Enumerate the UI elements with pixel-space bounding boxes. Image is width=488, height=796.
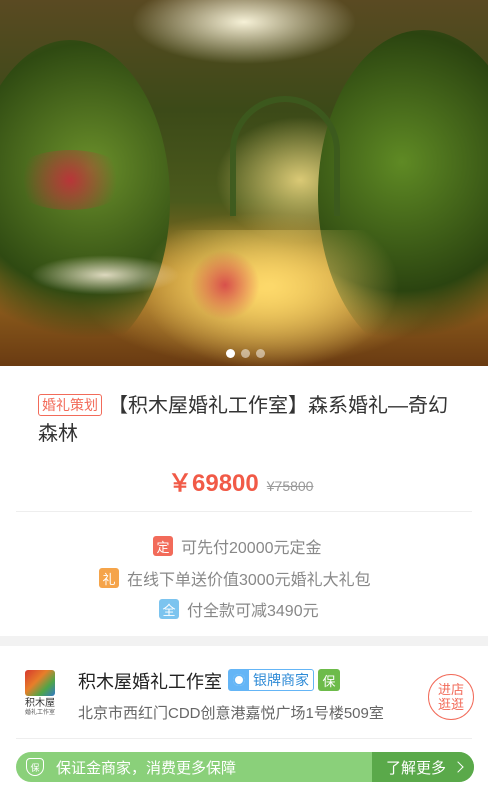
section-gap	[0, 636, 488, 646]
promo-full-payment: 全 付全款可减3490元	[159, 597, 319, 621]
price-row: ￥69800 ¥75800	[168, 463, 313, 498]
level-label: 银牌商家	[253, 672, 309, 688]
deposit-badge: 定	[153, 536, 173, 556]
promo-text: 在线下单送价值3000元婚礼大礼包	[127, 572, 371, 589]
image-dessert-table	[30, 255, 180, 295]
gift-badge: 礼	[99, 568, 119, 588]
guarantee-text: 保证金商家，消费更多保障	[56, 759, 237, 777]
product-title-block: 婚礼策划 【积木屋婚礼工作室】森系婚礼—奇幻森林	[38, 392, 458, 448]
guarantee-bar[interactable]: 保 保证金商家，消费更多保障 了解更多	[16, 752, 474, 782]
shop-logo-mark	[25, 670, 55, 696]
carousel-dot[interactable]	[256, 349, 265, 358]
silver-merchant-badge: 银牌商家	[228, 669, 314, 691]
learn-more-button[interactable]: 了解更多	[371, 752, 474, 782]
promo-deposit: 定 可先付20000元定金	[153, 534, 322, 558]
category-tag: 婚礼策划	[38, 394, 102, 416]
current-price: ￥69800	[168, 470, 259, 497]
image-flowers	[10, 150, 130, 210]
divider	[16, 738, 472, 739]
shop-name[interactable]: 积木屋婚礼工作室	[78, 668, 222, 694]
original-price: ¥75800	[266, 478, 314, 494]
shop-logo-name: 积木屋	[25, 698, 55, 709]
medal-icon	[229, 670, 249, 690]
full-payment-badge: 全	[159, 599, 179, 619]
shop-logo-sub: 婚礼工作室	[24, 710, 55, 716]
wedding-venue-image[interactable]	[0, 0, 488, 366]
chevron-right-icon	[452, 761, 464, 773]
image-arch	[230, 96, 340, 216]
carousel-dot[interactable]	[241, 349, 250, 358]
promo-text: 可先付20000元定金	[181, 540, 322, 557]
shop-address: 北京市西红门CDD创意港嘉悦广场1号楼509室	[78, 705, 384, 722]
guarantee-badge: 保	[318, 669, 340, 691]
image-flowers	[190, 250, 260, 320]
divider	[16, 511, 472, 512]
image-floor-light	[140, 230, 400, 366]
enter-shop-button[interactable]: 进店 逛逛	[428, 674, 474, 720]
enter-shop-line2: 逛逛	[437, 697, 464, 712]
shield-icon: 保	[26, 758, 44, 776]
shop-logo[interactable]: 积木屋 婚礼工作室	[22, 670, 58, 718]
carousel-dot[interactable]	[226, 349, 235, 358]
learn-more-label: 了解更多	[385, 759, 446, 777]
enter-shop-line1: 进店	[437, 682, 464, 697]
promo-gift: 礼 在线下单送价值3000元婚礼大礼包	[99, 566, 371, 590]
carousel-indicator[interactable]	[226, 349, 265, 358]
promo-text: 付全款可减3490元	[187, 603, 319, 620]
